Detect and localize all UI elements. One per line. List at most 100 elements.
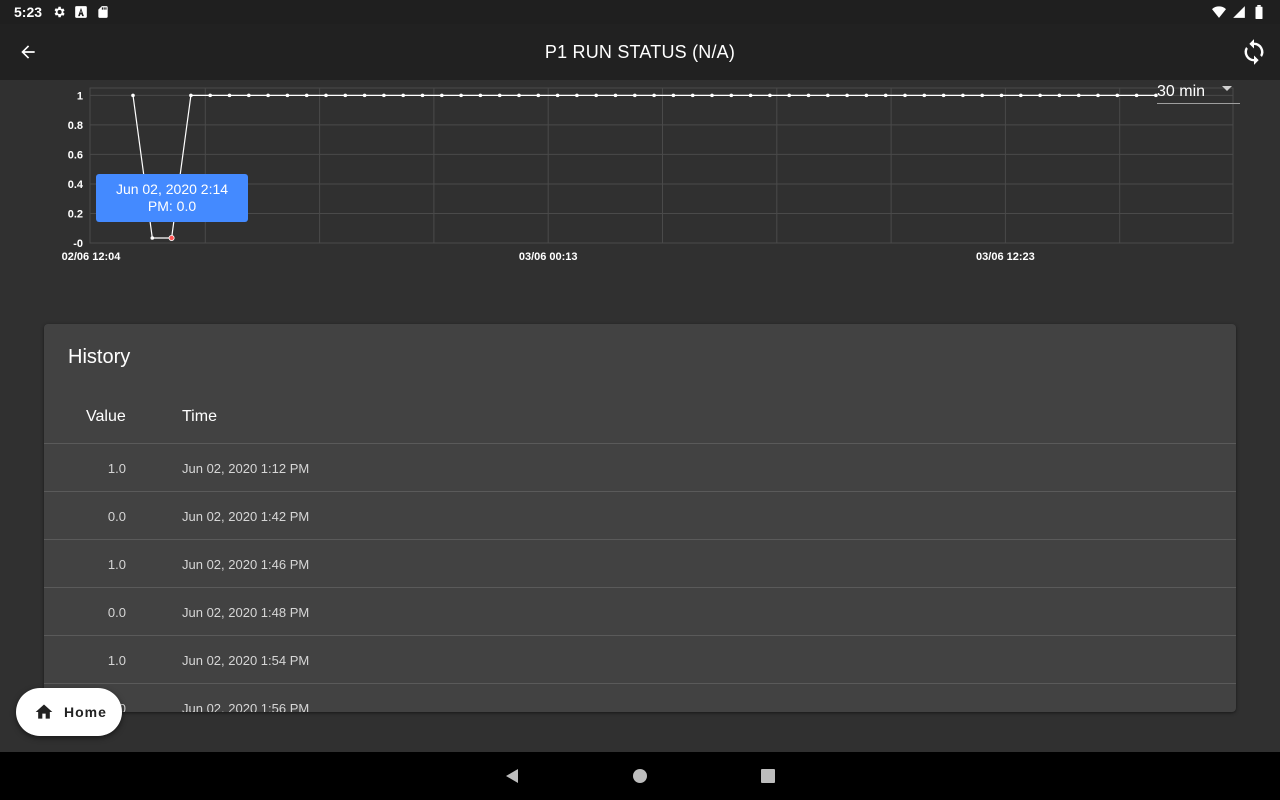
data-point	[208, 93, 212, 98]
data-point	[671, 93, 676, 98]
y-tick-label: -0	[73, 238, 83, 250]
page-title: P1 RUN STATUS (N/A)	[544, 41, 736, 62]
data-point	[227, 93, 232, 98]
circle-home-icon	[633, 769, 647, 783]
data-point	[517, 93, 521, 98]
data-point	[980, 93, 984, 98]
data-point	[324, 93, 328, 98]
font-a-icon	[74, 5, 88, 19]
history-title: History	[68, 346, 131, 368]
data-point	[652, 93, 656, 98]
square-recents-icon	[761, 769, 775, 783]
signal-icon	[1232, 5, 1246, 19]
data-point	[247, 93, 251, 98]
data-point	[555, 93, 560, 98]
data-point	[362, 93, 367, 98]
settings-icon	[52, 5, 66, 19]
time-range-select[interactable]: 30 min	[1157, 80, 1240, 104]
sd-card-icon	[96, 5, 110, 19]
table-row[interactable]: 1.0 Jun 02, 2020 1:46 PM	[44, 540, 1236, 588]
data-point	[690, 93, 695, 98]
y-tick-label: 1	[77, 90, 83, 102]
data-point	[806, 93, 811, 98]
data-point	[440, 93, 444, 98]
data-point	[401, 93, 406, 98]
status-time: 5:23	[14, 4, 43, 20]
data-point	[1134, 93, 1139, 98]
y-tick-label: 0.2	[68, 208, 83, 220]
data-point	[575, 93, 579, 98]
data-point	[999, 93, 1004, 98]
data-point	[594, 93, 598, 98]
data-point	[150, 236, 155, 240]
data-point	[420, 93, 425, 98]
refresh-button[interactable]	[1238, 36, 1270, 68]
data-point	[266, 93, 270, 98]
x-tick-label: 03/06 00:13	[519, 251, 578, 263]
data-point	[748, 93, 753, 98]
home-button[interactable]: Home	[16, 688, 122, 736]
data-point-highlighted	[168, 234, 175, 241]
row-value: 1.0	[107, 461, 126, 476]
table-row[interactable]: 1.0 Jun 02, 2020 1:12 PM	[44, 444, 1236, 492]
data-point	[941, 93, 946, 98]
table-row[interactable]: 1.0 Jun 02, 2020 1:54 PM	[44, 636, 1236, 684]
x-tick-label: 03/06 12:23	[976, 251, 1035, 263]
data-point	[382, 93, 386, 98]
data-point	[1096, 93, 1100, 98]
chart-tooltip: Jun 02, 2020 2:14 PM: 0.0	[96, 174, 248, 222]
row-time: Jun 02, 2020 1:42 PM	[182, 509, 310, 524]
data-point	[826, 93, 830, 98]
arrow-back-icon	[21, 45, 35, 59]
table-row[interactable]: 0.0 Jun 02, 2020 1:48 PM	[44, 588, 1236, 636]
data-point	[903, 93, 907, 98]
row-value: 1.0	[107, 653, 126, 668]
battery-icon	[1252, 5, 1266, 19]
row-time: Jun 02, 2020 1:48 PM	[182, 605, 310, 620]
y-tick-label: 0.8	[68, 120, 83, 132]
data-point	[864, 93, 869, 98]
data-point	[1057, 93, 1062, 98]
table-row[interactable]: 0.0 Jun 02, 2020 1:42 PM	[44, 492, 1236, 540]
data-point	[1019, 93, 1023, 98]
data-point	[478, 93, 483, 98]
row-time: Jun 02, 2020 1:12 PM	[182, 461, 310, 476]
nav-home-button[interactable]	[630, 766, 650, 786]
data-point	[1115, 93, 1120, 98]
wifi-icon	[1212, 5, 1226, 19]
data-point	[845, 93, 849, 98]
nav-back-button[interactable]	[502, 766, 522, 786]
column-header-value[interactable]: Value	[86, 408, 126, 426]
data-point	[961, 93, 965, 98]
chevron-down-icon	[1222, 86, 1232, 91]
data-point	[1076, 93, 1081, 98]
data-point	[343, 93, 348, 98]
y-tick-label: 0.6	[68, 149, 83, 161]
status-bar: 5:23	[0, 0, 1280, 24]
y-tick-label: 0.4	[68, 179, 84, 191]
nav-recents-button[interactable]	[758, 766, 778, 786]
system-nav-bar	[0, 752, 1280, 800]
data-point	[189, 93, 193, 98]
data-point	[710, 93, 714, 98]
time-range-value: 30 min	[1157, 82, 1206, 100]
refresh-icon	[1244, 39, 1264, 65]
plot-frame	[89, 87, 1234, 244]
home-icon	[35, 704, 53, 719]
home-button-label: Home	[64, 704, 107, 720]
data-point	[1038, 93, 1042, 98]
tooltip-text: Jun 02, 2020 2:14 PM: 0.0	[115, 181, 229, 214]
row-time: Jun 02, 2020 1:56 PM	[182, 701, 310, 712]
row-time: Jun 02, 2020 1:54 PM	[182, 653, 310, 668]
data-point	[633, 93, 637, 98]
data-point	[536, 93, 541, 98]
back-button[interactable]	[14, 38, 42, 66]
app-bar: P1 RUN STATUS (N/A)	[0, 24, 1280, 80]
data-point	[883, 93, 888, 98]
data-point	[922, 93, 927, 98]
column-header-time[interactable]: Time	[182, 408, 217, 426]
data-point	[613, 93, 618, 98]
row-time: Jun 02, 2020 1:46 PM	[182, 557, 310, 572]
table-row[interactable]: 1.0 Jun 02, 2020 1:56 PM	[44, 684, 1236, 712]
data-point	[729, 93, 734, 98]
